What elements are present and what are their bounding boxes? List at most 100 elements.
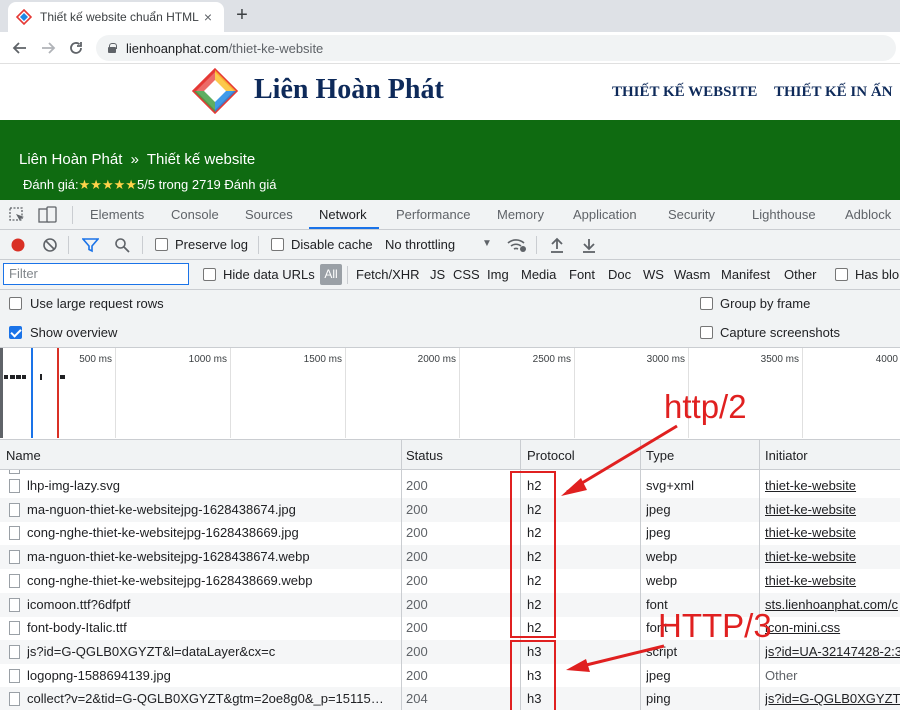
disable-cache-checkbox[interactable] — [271, 238, 284, 251]
column-header-status[interactable]: Status — [406, 448, 443, 463]
filter-img[interactable]: Img — [487, 267, 509, 282]
request-status: 204 — [406, 691, 428, 707]
table-row[interactable]: lhp-img-lazy.svg 200 h2 svg+xml thiet-ke-web… — [0, 474, 900, 498]
throttling-select[interactable]: No throttling — [385, 237, 455, 252]
browser-toolbar: lienhoanphat.com/thiet-ke-website — [0, 32, 900, 64]
annotation-http3: HTTP/3 — [658, 607, 772, 644]
new-tab-button[interactable]: + — [232, 5, 252, 25]
filter-all-chip[interactable]: All — [320, 264, 342, 285]
tab-memory[interactable]: Memory — [497, 207, 544, 222]
file-icon — [9, 479, 20, 493]
request-status: 200 — [406, 620, 428, 636]
filter-css[interactable]: CSS — [453, 267, 480, 282]
request-initiator[interactable]: thiet-ke-website — [765, 525, 900, 540]
filter-media[interactable]: Media — [521, 267, 556, 282]
table-row[interactable]: cong-nghe-thiet-ke-websitejpg-1628438669… — [0, 569, 900, 593]
breadcrumb-home[interactable]: Liên Hoàn Phát — [19, 151, 122, 168]
large-rows-checkbox[interactable] — [9, 297, 22, 310]
column-header-initiator[interactable]: Initiator — [765, 448, 808, 463]
table-row[interactable]: ma-nguon-thiet-ke-websitejpg-1628438674.… — [0, 545, 900, 570]
network-conditions-icon[interactable] — [506, 236, 528, 254]
filter-other[interactable]: Other — [784, 267, 817, 282]
tab-application[interactable]: Application — [573, 207, 637, 222]
request-type: webp — [646, 549, 678, 565]
chevron-down-icon[interactable]: ▼ — [482, 238, 492, 249]
request-initiator[interactable]: thiet-ke-website — [765, 478, 900, 493]
tab-lighthouse[interactable]: Lighthouse — [752, 207, 816, 222]
filter-js[interactable]: JS — [430, 267, 445, 282]
device-toolbar-icon[interactable] — [38, 206, 58, 224]
toolbar-separator — [68, 236, 69, 254]
inspect-element-icon[interactable] — [9, 207, 26, 224]
overview-tick: 500 ms — [79, 354, 112, 365]
file-icon — [9, 644, 20, 659]
has-blocked-checkbox[interactable] — [835, 268, 848, 281]
tab-performance[interactable]: Performance — [396, 207, 470, 222]
filter-doc[interactable]: Doc — [608, 267, 631, 282]
preserve-log-checkbox[interactable] — [155, 238, 168, 251]
overview-tick: 2000 ms — [417, 354, 456, 365]
request-initiator[interactable]: thiet-ke-website — [765, 549, 900, 564]
request-name: icomoon.ttf?6dfptf — [27, 596, 131, 612]
toolbar-separator — [142, 236, 143, 254]
file-icon — [9, 692, 20, 707]
group-by-frame-checkbox[interactable] — [700, 297, 713, 310]
site-logo-text[interactable]: Liên Hoàn Phát — [254, 74, 444, 106]
lock-icon — [108, 43, 117, 53]
browser-tab[interactable]: Thiết kế website chuẩn HTML 5 - × — [8, 2, 224, 32]
filter-input[interactable]: Filter — [3, 263, 189, 285]
large-rows-label: Use large request rows — [30, 296, 164, 311]
tab-sources[interactable]: Sources — [245, 207, 293, 222]
clear-icon[interactable] — [42, 237, 58, 253]
request-initiator[interactable]: thiet-ke-website — [765, 573, 900, 588]
nav-web-design[interactable]: THIẾT KẾ WEBSITE — [612, 84, 757, 101]
import-har-icon[interactable] — [550, 237, 564, 253]
logo-diamond-icon[interactable] — [192, 68, 238, 114]
network-settings: Use large request rows Show overview Gro… — [0, 290, 900, 348]
filter-ws[interactable]: WS — [643, 267, 664, 282]
request-name: cong-nghe-thiet-ke-websitejpg-1628438669… — [27, 525, 299, 541]
tab-elements[interactable]: Elements — [90, 207, 144, 222]
back-arrow-icon[interactable] — [10, 38, 30, 58]
request-initiator[interactable]: js?id=G-QGLB0XGYZT& — [765, 691, 900, 706]
request-name: ma-nguon-thiet-ke-websitejpg-1628438674.… — [27, 501, 296, 517]
reload-icon[interactable] — [66, 38, 86, 58]
arrow-to-h3-icon — [566, 644, 665, 672]
column-header-name[interactable]: Name — [6, 448, 41, 463]
tab-console[interactable]: Console — [171, 207, 219, 222]
request-initiator[interactable]: thiet-ke-website — [765, 502, 900, 517]
filter-wasm[interactable]: Wasm — [674, 267, 710, 282]
table-row[interactable]: ma-nguon-thiet-ke-websitejpg-1628438674.… — [0, 497, 900, 522]
request-initiator[interactable]: sts.lienhoanphat.com/c — [765, 597, 900, 612]
export-har-icon[interactable] — [582, 237, 596, 253]
file-icon — [9, 621, 20, 636]
tab-security[interactable]: Security — [668, 207, 715, 222]
network-overview[interactable]: 500 ms 1000 ms 1500 ms 2000 ms 2500 ms 3… — [0, 348, 900, 440]
table-row[interactable]: collect?v=2&tid=G-QGLB0XGYZT&gtm=2oe8g0&… — [0, 687, 900, 710]
rating-stars-icon: ★★★★★ — [78, 177, 137, 192]
tab-adblock[interactable]: Adblock — [845, 207, 891, 222]
table-row[interactable]: cong-nghe-thiet-ke-websitejpg-1628438669… — [0, 521, 900, 545]
request-status: 200 — [406, 572, 428, 588]
address-bar[interactable]: lienhoanphat.com/thiet-ke-website — [96, 35, 896, 61]
request-initiator[interactable]: icon-mini.css — [765, 620, 900, 635]
forward-arrow-icon[interactable] — [38, 38, 58, 58]
filter-funnel-icon[interactable] — [82, 237, 99, 253]
record-icon[interactable] — [10, 237, 26, 253]
search-icon[interactable] — [114, 237, 130, 253]
overview-gridline — [459, 348, 460, 438]
file-icon — [9, 550, 20, 565]
tab-network[interactable]: Network — [319, 207, 367, 222]
filter-manifest[interactable]: Manifest — [721, 267, 770, 282]
nav-print-design[interactable]: THIẾT KẾ IN ẤN — [774, 84, 893, 101]
capture-screenshots-checkbox[interactable] — [700, 326, 713, 339]
overview-gridline — [802, 348, 803, 438]
request-initiator[interactable]: js?id=UA-32147428-2:3 — [765, 644, 900, 659]
table-row[interactable]: logopng-1588694139.jpg 200 h3 jpeg Other — [0, 664, 900, 688]
hide-data-urls-checkbox[interactable] — [203, 268, 216, 281]
overview-tick: 3000 ms — [646, 354, 685, 365]
filter-fetch-xhr[interactable]: Fetch/XHR — [356, 267, 420, 282]
filter-font[interactable]: Font — [569, 267, 595, 282]
show-overview-checkbox[interactable] — [9, 326, 22, 339]
close-tab-icon[interactable]: × — [200, 9, 216, 25]
